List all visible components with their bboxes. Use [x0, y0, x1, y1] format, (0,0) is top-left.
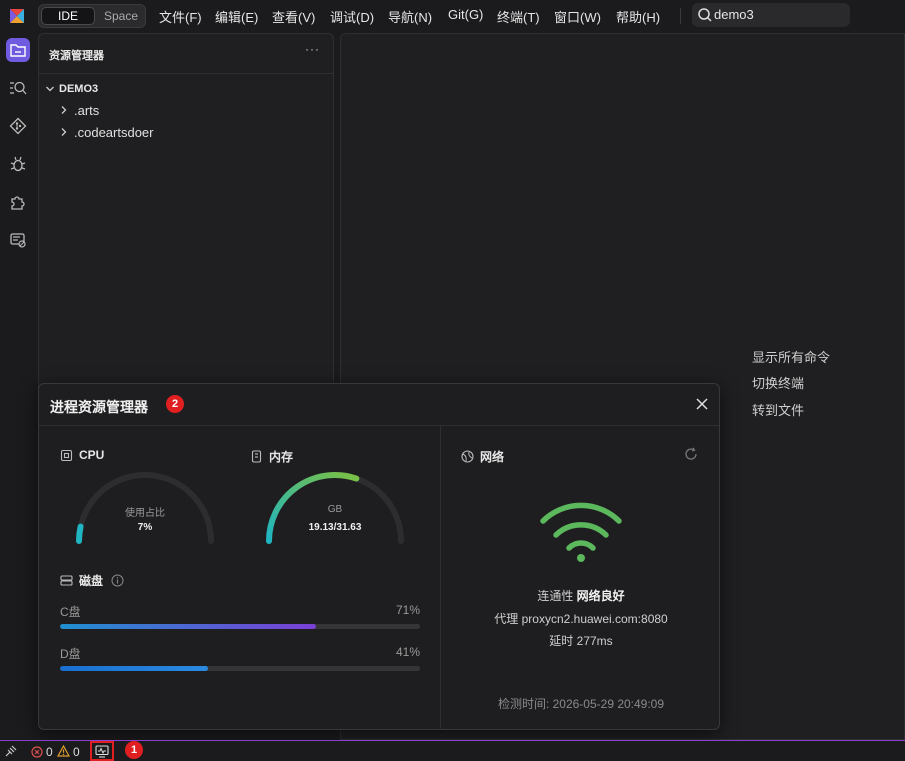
warning-icon[interactable]	[57, 745, 70, 757]
cpu-title: CPU	[79, 448, 105, 462]
chevron-down-icon	[46, 86, 54, 92]
menu-help[interactable]: 帮助(H)	[616, 7, 660, 26]
network-latency: 延时 277ms	[441, 632, 721, 649]
proxy-value: proxycn2.huawei.com:8080	[521, 612, 668, 626]
hint-toggle-terminal[interactable]: 切换终端	[752, 373, 804, 392]
memory-gauge-value: 19.13/31.63	[308, 522, 362, 533]
explorer-panel: 资源管理器 ··· DEMO3 .arts .codeartsdoer	[38, 33, 334, 393]
error-count[interactable]: 0	[46, 745, 53, 759]
memory-title: 内存	[269, 450, 294, 464]
extensions-icon[interactable]	[6, 190, 30, 214]
dialog-title: 进程资源管理器	[50, 399, 148, 415]
menu-terminal[interactable]: 终端(T)	[497, 7, 540, 26]
memory-icon	[251, 450, 262, 463]
tree-root-label: DEMO3	[59, 83, 99, 95]
disk-section-title: 磁盘	[60, 572, 130, 589]
title-bar: IDE Space 文件(F) 编辑(E) 查看(V) 调试(D) 导航(N) …	[0, 0, 905, 32]
menu-view[interactable]: 查看(V)	[272, 7, 315, 26]
annotation-badge-1: 1	[125, 741, 143, 759]
explorer-title: 资源管理器	[49, 50, 104, 62]
menu-navigate[interactable]: 导航(N)	[388, 7, 432, 26]
tree-item-arts[interactable]: .arts	[59, 101, 99, 119]
dialog-vertical-divider	[440, 426, 441, 730]
activity-bar	[0, 32, 36, 740]
disk-c-bar	[60, 624, 420, 629]
disk-c-bar-fill	[60, 624, 316, 629]
disk-d-bar-fill	[60, 666, 208, 671]
latency-label: 延时	[549, 634, 574, 648]
process-manager-button[interactable]	[90, 741, 114, 761]
tree-item-label: .arts	[74, 102, 100, 118]
explorer-divider	[39, 73, 333, 74]
tree-item-codeartsdoer[interactable]: .codeartsdoer	[59, 123, 154, 141]
explorer-more-button[interactable]: ···	[305, 42, 320, 56]
mode-ide-button[interactable]: IDE	[41, 7, 95, 25]
search-input[interactable]: demo3	[692, 3, 850, 27]
disk-d-bar	[60, 666, 420, 671]
annotation-badge-2: 2	[166, 395, 184, 413]
remote-icon[interactable]	[6, 228, 30, 252]
wifi-icon	[540, 502, 622, 562]
cpu-section-title: CPU	[60, 448, 104, 462]
cpu-gauge-value: 7%	[137, 522, 153, 533]
app-logo-icon	[10, 9, 24, 23]
tree-item-label: .codeartsdoer	[74, 124, 154, 140]
error-icon[interactable]	[31, 746, 43, 758]
git-icon[interactable]	[6, 114, 30, 138]
network-proxy: 代理 proxycn2.huawei.com:8080	[441, 610, 721, 627]
monitor-icon	[95, 745, 109, 758]
explorer-icon[interactable]	[6, 38, 30, 62]
menu-file[interactable]: 文件(F)	[159, 7, 202, 26]
memory-gauge-unit: GB	[327, 504, 343, 515]
connectivity-value: 网络良好	[576, 589, 625, 603]
chevron-right-icon	[61, 128, 67, 136]
cpu-gauge-fill	[76, 523, 84, 544]
network-title: 网络	[480, 450, 505, 464]
network-connectivity: 连通性 网络良好	[441, 587, 721, 604]
tree-root-demo3[interactable]: DEMO3	[45, 80, 98, 98]
dialog-divider	[39, 425, 719, 426]
memory-section-title: 内存	[250, 448, 293, 465]
process-manager-dialog: 进程资源管理器 2 CPU 使用占比 7% 内存 GB 19.13/31.63 …	[38, 383, 720, 730]
disk-c-label: C盘	[60, 605, 81, 619]
menu-divider	[680, 8, 681, 24]
menu-edit[interactable]: 编辑(E)	[215, 7, 258, 26]
cpu-gauge-label: 使用占比	[125, 508, 165, 519]
menu-debug[interactable]: 调试(D)	[330, 7, 374, 26]
menu-window[interactable]: 窗口(W)	[554, 7, 601, 26]
mode-space-button[interactable]: Space	[97, 7, 145, 25]
remote-connection-icon[interactable]	[5, 745, 17, 757]
proxy-label: 代理	[494, 612, 519, 626]
search-icon	[698, 8, 712, 22]
disk-title: 磁盘	[79, 574, 104, 588]
disk-c-percent: 71%	[395, 603, 420, 617]
debug-icon[interactable]	[6, 152, 30, 176]
hint-go-to-file[interactable]: 转到文件	[752, 400, 804, 419]
mode-switch: IDE Space	[38, 4, 146, 28]
info-icon[interactable]	[111, 574, 124, 587]
latency-value: 277ms	[576, 634, 613, 648]
status-bar: 0 0 1	[0, 740, 905, 761]
cpu-icon	[60, 449, 73, 461]
network-globe-icon	[461, 450, 474, 463]
chevron-right-icon	[61, 106, 67, 114]
disk-d-percent: 41%	[395, 645, 420, 659]
disk-icon	[60, 575, 73, 586]
hint-show-all-commands[interactable]: 显示所有命令	[752, 347, 830, 366]
warning-count[interactable]: 0	[73, 745, 80, 759]
connectivity-label: 连通性	[537, 589, 574, 603]
refresh-icon[interactable]	[684, 447, 698, 461]
disk-d-label: D盘	[60, 647, 81, 661]
close-icon[interactable]	[695, 397, 709, 411]
network-section-title: 网络	[461, 448, 504, 465]
search-text: demo3	[714, 7, 754, 22]
menu-git[interactable]: Git(G)	[448, 7, 483, 22]
network-check-time: 检测时间: 2026-05-29 20:49:09	[497, 697, 665, 711]
search-icon[interactable]	[6, 76, 30, 100]
